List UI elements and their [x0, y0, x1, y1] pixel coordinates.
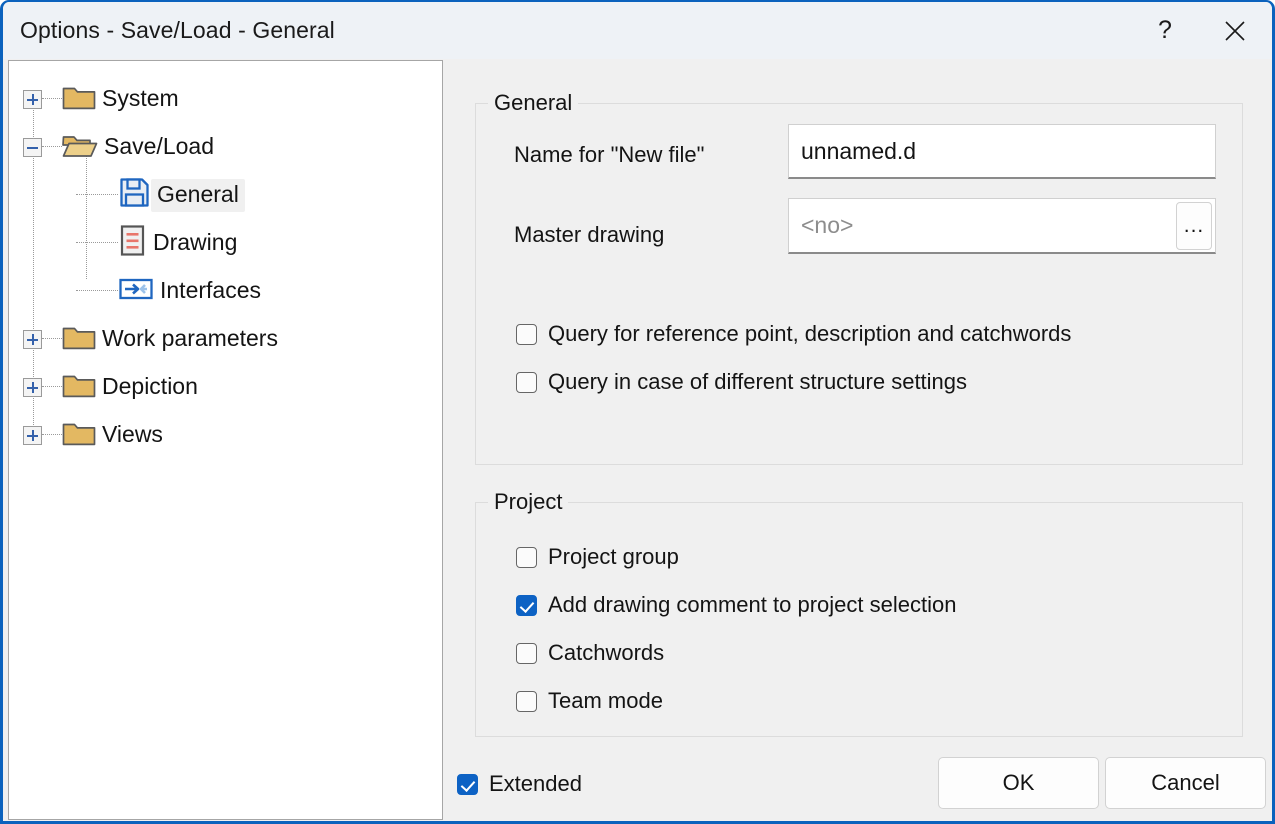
checkbox-label: Team mode — [548, 688, 663, 714]
tree-item-label: Drawing — [147, 227, 243, 260]
tree-connector — [76, 242, 118, 244]
folder-closed-icon — [62, 323, 96, 355]
checkbox-label: Query for reference point, description a… — [548, 321, 1071, 347]
title-bar: Options - Save/Load - General ? — [3, 2, 1272, 59]
question-mark-icon: ? — [1158, 16, 1172, 45]
master-drawing-browse-button[interactable]: ... — [1176, 202, 1212, 250]
checkbox-query-structure-settings[interactable]: Query in case of different structure set… — [516, 369, 967, 395]
tree-item-label: General — [151, 179, 245, 212]
name-for-new-file-label: Name for "New file" — [514, 142, 704, 168]
help-button[interactable]: ? — [1134, 2, 1196, 59]
folder-closed-icon — [62, 419, 96, 451]
checkbox-label: Add drawing comment to project selection — [548, 592, 956, 618]
tree-item-drawing[interactable]: Drawing — [76, 219, 243, 267]
tree-connector — [76, 194, 118, 196]
options-dialog-window: Options - Save/Load - General ? — [0, 0, 1275, 824]
tree-connector — [76, 290, 118, 292]
checkbox-extended[interactable]: Extended — [457, 771, 582, 797]
tree-connector — [42, 338, 62, 340]
checkbox-label: Query in case of different structure set… — [548, 369, 967, 395]
window-title: Options - Save/Load - General — [20, 17, 335, 44]
dialog-content: System Save/Load — [3, 59, 1272, 823]
tree-item-label: Interfaces — [154, 275, 267, 308]
checkbox-team-mode[interactable]: Team mode — [516, 688, 663, 714]
tree-item-views[interactable]: Views — [23, 411, 169, 459]
tree-item-label: Work parameters — [96, 323, 284, 356]
expander-plus-icon[interactable] — [23, 426, 42, 445]
checkbox-label: Catchwords — [548, 640, 664, 666]
name-for-new-file-input[interactable]: unnamed.d — [788, 124, 1216, 179]
general-group-legend: General — [488, 90, 578, 116]
expander-minus-icon[interactable] — [23, 138, 42, 157]
tree-connector — [42, 434, 62, 436]
tree-item-label: Save/Load — [98, 131, 220, 164]
checkbox-box[interactable] — [457, 774, 478, 795]
cancel-button[interactable]: Cancel — [1105, 757, 1266, 809]
checkbox-label: Extended — [489, 771, 582, 797]
expander-plus-icon[interactable] — [23, 90, 42, 109]
master-drawing-label: Master drawing — [514, 222, 664, 248]
checkbox-catchwords[interactable]: Catchwords — [516, 640, 664, 666]
checkbox-box[interactable] — [516, 643, 537, 664]
tree-connector — [42, 146, 62, 148]
ok-button[interactable]: OK — [938, 757, 1099, 809]
checkbox-box[interactable] — [516, 595, 537, 616]
tree-item-depiction[interactable]: Depiction — [23, 363, 204, 411]
checkbox-add-drawing-comment[interactable]: Add drawing comment to project selection — [516, 592, 956, 618]
document-lines-icon — [118, 224, 147, 262]
folder-open-icon — [62, 131, 98, 163]
project-group-legend: Project — [488, 489, 568, 515]
folder-closed-icon — [62, 371, 96, 403]
checkbox-project-group[interactable]: Project group — [516, 544, 679, 570]
interfaces-arrows-icon — [118, 274, 154, 309]
tree-item-label: Depiction — [96, 371, 204, 404]
tree-connector — [42, 386, 62, 388]
tree-connector — [42, 98, 62, 100]
tree-item-interfaces[interactable]: Interfaces — [76, 267, 267, 315]
folder-closed-icon — [62, 83, 96, 115]
close-icon — [1222, 18, 1248, 44]
settings-pane: General Name for "New file" unnamed.d Ma… — [446, 59, 1272, 823]
floppy-disk-icon — [118, 176, 151, 214]
checkbox-box[interactable] — [516, 547, 537, 568]
checkbox-box[interactable] — [516, 691, 537, 712]
master-drawing-input[interactable]: <no> — [788, 198, 1216, 254]
expander-plus-icon[interactable] — [23, 330, 42, 349]
tree-item-label: System — [96, 83, 185, 116]
checkbox-box[interactable] — [516, 372, 537, 393]
close-button[interactable] — [1204, 2, 1266, 59]
checkbox-query-reference-point[interactable]: Query for reference point, description a… — [516, 321, 1071, 347]
checkbox-label: Project group — [548, 544, 679, 570]
expander-plus-icon[interactable] — [23, 378, 42, 397]
tree-item-label: Views — [96, 419, 169, 452]
tree-item-general[interactable]: General — [76, 171, 245, 219]
tree-item-system[interactable]: System — [23, 75, 185, 123]
checkbox-box[interactable] — [516, 324, 537, 345]
tree-item-save-load[interactable]: Save/Load — [23, 123, 220, 171]
settings-tree[interactable]: System Save/Load — [8, 60, 443, 820]
tree-item-work-parameters[interactable]: Work parameters — [23, 315, 284, 363]
